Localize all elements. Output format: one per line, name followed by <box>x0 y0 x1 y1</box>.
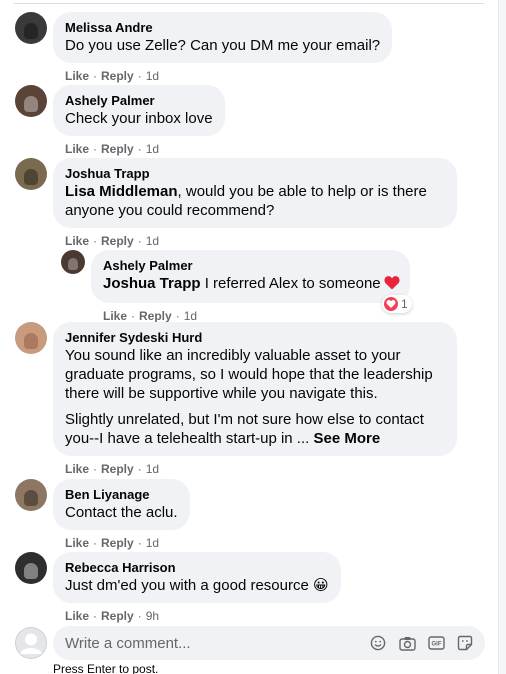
like-button[interactable]: Like <box>65 609 89 623</box>
avatar[interactable] <box>15 158 47 190</box>
comment-bubble: Joshua Trapp Lisa Middleman, would you b… <box>53 158 457 228</box>
like-button[interactable]: Like <box>65 536 89 550</box>
comment-text: You sound like an incredibly valuable as… <box>65 347 433 402</box>
comment-timestamp[interactable]: 1d <box>146 142 159 156</box>
comment-actions: Like · Reply · 1d <box>65 462 160 476</box>
gif-icon[interactable]: GIF <box>426 633 446 653</box>
comment: Ben Liyanage Contact the aclu. Like · Repl… <box>15 479 190 551</box>
avatar[interactable] <box>15 552 47 584</box>
comment-text: Contact the aclu. <box>65 504 178 521</box>
reaction-count: 1 <box>400 297 408 311</box>
sticker-icon[interactable] <box>455 633 475 653</box>
comment-author[interactable]: Ashely Palmer <box>65 93 213 109</box>
comment-input-field[interactable]: GIF <box>53 626 485 660</box>
comment-actions: Like · Reply · 9h <box>65 609 160 623</box>
mention-link[interactable]: Joshua Trapp <box>103 275 201 292</box>
reply-button[interactable]: Reply <box>101 462 134 476</box>
like-button[interactable]: Like <box>65 142 89 156</box>
comment-text: Just dm'ed you with a good resource 😀 <box>65 577 329 594</box>
top-divider <box>14 3 484 4</box>
comment-author[interactable]: Rebecca Harrison <box>65 560 329 576</box>
comment-bubble: Ashely Palmer Check your inbox love <box>53 85 225 136</box>
comment: Joshua Trapp Lisa Middleman, would you b… <box>15 158 457 249</box>
comment-author[interactable]: Ben Liyanage <box>65 487 178 503</box>
comment-input[interactable] <box>65 634 359 652</box>
reply-button[interactable]: Reply <box>101 609 134 623</box>
like-button[interactable]: Like <box>103 309 127 323</box>
comment: Melissa Andre Do you use Zelle? Can you … <box>15 12 393 84</box>
see-more-link[interactable]: See More <box>313 430 380 447</box>
like-button[interactable]: Like <box>65 69 89 83</box>
comment-text: Do you use Zelle? Can you DM me your ema… <box>65 37 381 54</box>
comment-timestamp[interactable]: 1d <box>184 309 197 323</box>
avatar[interactable] <box>61 250 85 274</box>
comment-bubble: Melissa Andre Do you use Zelle? Can you … <box>53 12 393 63</box>
comment-bubble: Ben Liyanage Contact the aclu. <box>53 479 190 530</box>
my-avatar[interactable] <box>15 627 47 659</box>
comment-bubble: Rebecca Harrison Just dm'ed you with a g… <box>53 552 341 603</box>
comment: Jennifer Sydeski Hurd You sound like an … <box>15 322 457 477</box>
avatar[interactable] <box>15 12 47 44</box>
reaction-summary[interactable]: 1 <box>381 295 412 313</box>
avatar[interactable] <box>15 479 47 511</box>
reply-button[interactable]: Reply <box>101 69 134 83</box>
comment: Ashely Palmer Check your inbox love Like… <box>15 85 225 157</box>
comment-author[interactable]: Jennifer Sydeski Hurd <box>65 330 445 346</box>
love-reaction-icon <box>383 297 398 311</box>
like-button[interactable]: Like <box>65 462 89 476</box>
heart-emoji-icon <box>384 275 400 295</box>
comment-actions: Like · Reply · 1d <box>65 234 160 248</box>
comment-timestamp[interactable]: 1d <box>146 234 159 248</box>
comment-bubble: Ashely Palmer Joshua Trapp I referred Al… <box>91 250 412 313</box>
comment-timestamp[interactable]: 1d <box>146 462 159 476</box>
smile-emoji-icon: 😀 <box>313 577 329 594</box>
comment-actions: Like · Reply · 1d <box>65 536 160 550</box>
comment-composer: GIF <box>15 626 485 660</box>
comment-timestamp[interactable]: 1d <box>146 69 159 83</box>
avatar[interactable] <box>15 85 47 117</box>
comment-text: Check your inbox love <box>65 110 213 127</box>
comment-author[interactable]: Joshua Trapp <box>65 166 445 182</box>
comment: Rebecca Harrison Just dm'ed you with a g… <box>15 552 341 624</box>
composer-hint: Press Enter to post. <box>53 662 159 674</box>
comment-bubble: Jennifer Sydeski Hurd You sound like an … <box>53 322 457 456</box>
comment-timestamp[interactable]: 9h <box>146 609 159 623</box>
like-button[interactable]: Like <box>65 234 89 248</box>
mention-link[interactable]: Lisa Middleman <box>65 183 178 200</box>
reply-comment: Ashely Palmer Joshua Trapp I referred Al… <box>61 250 412 324</box>
scrollbar[interactable] <box>498 0 506 674</box>
comment-text-continued: Slightly unrelated, but I'm not sure how… <box>65 411 424 447</box>
reply-button[interactable]: Reply <box>101 142 134 156</box>
comment-author[interactable]: Melissa Andre <box>65 20 380 36</box>
reply-button[interactable]: Reply <box>139 309 172 323</box>
camera-icon[interactable] <box>397 633 417 653</box>
comment-actions: Like · Reply · 1d <box>65 142 160 156</box>
avatar[interactable] <box>15 322 47 354</box>
comment-text: Lisa Middleman, would you be able to hel… <box>65 183 427 219</box>
svg-text:GIF: GIF <box>431 642 441 648</box>
comment-timestamp[interactable]: 1d <box>146 536 159 550</box>
reply-button[interactable]: Reply <box>101 536 134 550</box>
reply-button[interactable]: Reply <box>101 234 134 248</box>
emoji-icon[interactable] <box>368 633 388 653</box>
comment-text: Joshua Trapp I referred Alex to someone <box>103 274 400 295</box>
comment-author[interactable]: Ashely Palmer <box>103 258 400 274</box>
comment-actions: Like · Reply · 1d <box>65 69 160 83</box>
